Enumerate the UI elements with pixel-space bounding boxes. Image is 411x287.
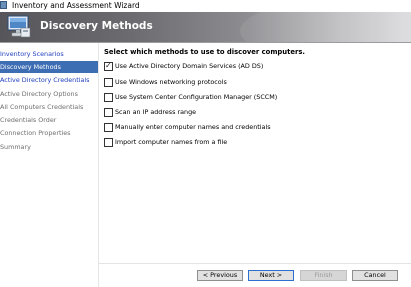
sidebar-item-discovery-methods[interactable]: Discovery Methods bbox=[0, 61, 98, 73]
import-file-label[interactable]: Import computer names from a file bbox=[115, 137, 227, 147]
computer-monitor-icon bbox=[6, 15, 32, 39]
sidebar-item-connection-properties: Connection Properties bbox=[0, 129, 71, 137]
banner-decoration bbox=[240, 12, 411, 42]
ad-ds-checkbox[interactable]: ✓ bbox=[104, 61, 113, 71]
sccm-label[interactable]: Use System Center Configuration Manager … bbox=[115, 92, 277, 102]
ad-ds-label[interactable]: Use Active Directory Domain Services (AD… bbox=[115, 61, 263, 71]
sidebar-item-summary: Summary bbox=[0, 143, 31, 151]
ip-range-label[interactable]: Scan an IP address range bbox=[115, 107, 196, 117]
windows-networking-checkbox[interactable] bbox=[104, 78, 113, 87]
sidebar-item-inventory-scenarios[interactable]: Inventory Scenarios bbox=[0, 48, 98, 60]
window-title: Inventory and Assessment Wizard bbox=[12, 1, 140, 10]
header-banner: Discovery Methods bbox=[0, 12, 411, 42]
sidebar-item-credentials-order: Credentials Order bbox=[0, 116, 57, 124]
sidebar-item-all-computers-credentials: All Computers Credentials bbox=[0, 103, 84, 111]
sidebar-item-active-directory-options: Active Directory Options bbox=[0, 90, 78, 98]
ip-range-checkbox[interactable] bbox=[104, 108, 113, 117]
cancel-button[interactable]: Cancel bbox=[352, 270, 398, 281]
section-heading: Select which methods to use to discover … bbox=[104, 48, 305, 56]
sidebar-divider bbox=[98, 43, 99, 287]
discovery-methods-panel: Select which methods to use to discover … bbox=[104, 43, 409, 263]
manual-entry-checkbox[interactable] bbox=[104, 123, 113, 132]
title-bar: Inventory and Assessment Wizard bbox=[0, 0, 411, 12]
manual-entry-label[interactable]: Manually enter computer names and creden… bbox=[115, 122, 271, 132]
wizard-steps-sidebar: Inventory Scenarios Discovery Methods Ac… bbox=[0, 43, 98, 287]
footer-divider bbox=[99, 263, 411, 264]
checkmark-icon: ✓ bbox=[105, 61, 112, 70]
sidebar-item-active-directory-credentials[interactable]: Active Directory Credentials bbox=[0, 74, 98, 86]
finish-button: Finish bbox=[300, 270, 347, 281]
sccm-checkbox[interactable] bbox=[104, 93, 113, 102]
page-title: Discovery Methods bbox=[40, 20, 153, 32]
next-button[interactable]: Next > bbox=[248, 270, 294, 281]
previous-button[interactable]: < Previous bbox=[197, 270, 243, 281]
import-file-checkbox[interactable] bbox=[104, 138, 113, 147]
wizard-window: Inventory and Assessment Wizard Discover… bbox=[0, 0, 411, 287]
app-icon bbox=[0, 1, 7, 9]
windows-networking-label[interactable]: Use Windows networking protocols bbox=[115, 77, 227, 87]
